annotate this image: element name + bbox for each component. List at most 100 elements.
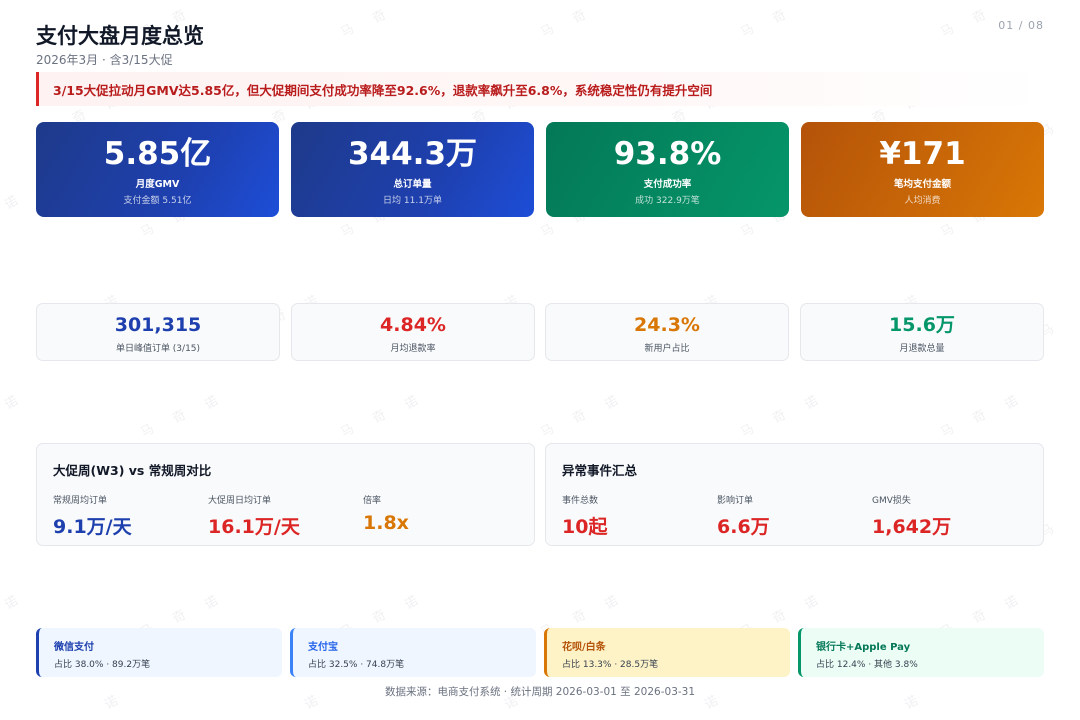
page-subtitle: 2026年3月 · 含3/15大促 [36, 53, 173, 67]
watermark-glyph: 奇 [970, 407, 989, 427]
channel-card-alipay: 支付宝 占比 32.5% · 74.8万笔 [290, 628, 536, 677]
kpi-value: 5.85亿 [103, 136, 212, 172]
watermark-glyph: 奇 [570, 407, 589, 427]
channel-card-huabei: 花呗/白条 占比 13.3% · 28.5万笔 [544, 628, 790, 677]
watermark-glyph: 奇 [370, 407, 389, 427]
metric-card-new-users: 24.3% 新用户占比 [545, 303, 789, 361]
metric-card-refund-rate: 4.84% 月均退款率 [291, 303, 535, 361]
kpi-sub: 人均消费 [904, 196, 941, 206]
channel-desc: 占比 32.5% · 74.8万笔 [308, 660, 405, 670]
watermark-glyph: 诺 [2, 193, 21, 213]
promo-sale-week: 大促周日均订单 16.1万/天 [208, 493, 363, 539]
watermark-glyph: 奇 [770, 7, 789, 27]
watermark-glyph: 诺 [2, 393, 21, 413]
watermark-glyph: 奇 [170, 607, 189, 627]
stat-label: 倍率 [363, 496, 382, 506]
stat-label: 常规周均订单 [53, 496, 108, 506]
kpi-value: 344.3万 [347, 136, 478, 172]
watermark-glyph: 马 [138, 221, 157, 241]
kpi-card-avg-amount: ¥171 笔均支付金额 人均消费 [801, 122, 1044, 217]
watermark-glyph: 奇 [570, 607, 589, 627]
kpi-label: 支付成功率 [643, 179, 692, 190]
kpi-card-gmv: 5.85亿 月度GMV 支付金额 5.51亿 [36, 122, 279, 217]
watermark-glyph: 马 [338, 21, 357, 41]
watermark-glyph: 诺 [2, 593, 21, 613]
watermark-glyph: 马 [138, 421, 157, 441]
promo-normal-week: 常规周均订单 9.1万/天 [53, 493, 208, 539]
watermark-glyph: 诺 [802, 593, 821, 613]
kpi-value: ¥171 [879, 136, 966, 172]
panel-title: 异常事件汇总 [562, 463, 638, 478]
stat-value: 1,642万 [872, 516, 952, 538]
page-indicator: 01 / 08 [998, 19, 1044, 32]
promo-ratio: 倍率 1.8x [363, 493, 518, 539]
key-insight-banner: 3/15大促拉动月GMV达5.85亿，但大促期间支付成功率降至92.6%，退款率… [36, 72, 1044, 106]
metric-value: 301,315 [114, 314, 202, 336]
kpi-label: 月度GMV [135, 179, 180, 190]
watermark-glyph: 诺 [602, 393, 621, 413]
watermark-glyph: 马 [738, 421, 757, 441]
metric-label: 新用户占比 [644, 344, 690, 354]
data-source-footer: 数据来源：电商支付系统 · 统计周期 2026-03-01 至 2026-03-… [384, 686, 696, 698]
stat-value: 16.1万/天 [208, 516, 300, 538]
page-title: 支付大盘月度总览 [36, 24, 204, 48]
watermark-glyph: 诺 [402, 393, 421, 413]
incident-count: 事件总数 10起 [562, 493, 717, 539]
watermark-glyph: 奇 [770, 407, 789, 427]
watermark-glyph: 奇 [970, 7, 989, 27]
metric-value: 15.6万 [889, 314, 955, 336]
watermark-glyph: 马 [738, 221, 757, 241]
watermark-glyph: 诺 [402, 593, 421, 613]
watermark-glyph: 奇 [770, 607, 789, 627]
watermark-glyph: 马 [338, 221, 357, 241]
metric-card-refund-total: 15.6万 月退款总量 [800, 303, 1044, 361]
kpi-label: 总订单量 [393, 179, 432, 190]
channel-name: 银行卡+Apple Pay [816, 642, 911, 653]
watermark-glyph: 诺 [802, 393, 821, 413]
watermark-glyph: 诺 [202, 393, 221, 413]
stat-value: 6.6万 [717, 516, 770, 538]
watermark-glyph: 马 [738, 21, 757, 41]
metric-value: 24.3% [634, 314, 700, 336]
metric-label: 单日峰值订单 (3/15) [115, 344, 201, 354]
stat-value: 1.8x [363, 512, 409, 534]
stat-value: 9.1万/天 [53, 516, 132, 538]
metric-label: 月退款总量 [899, 344, 945, 354]
kpi-card-orders: 344.3万 总订单量 日均 11.1万单 [291, 122, 534, 217]
watermark-glyph: 马 [938, 21, 957, 41]
channel-desc: 占比 38.0% · 89.2万笔 [54, 660, 151, 670]
stat-label: GMV损失 [872, 496, 911, 506]
watermark-glyph: 奇 [570, 7, 589, 27]
channel-card-wechat: 微信支付 占比 38.0% · 89.2万笔 [36, 628, 282, 677]
kpi-sub: 支付金额 5.51亿 [123, 196, 192, 206]
kpi-value: 93.8% [613, 136, 722, 172]
watermark-glyph: 马 [538, 221, 557, 241]
incident-gmv-loss: GMV损失 1,642万 [872, 493, 1027, 539]
channel-card-bankcard: 银行卡+Apple Pay 占比 12.4% · 其他 3.8% [798, 628, 1044, 677]
channel-name: 花呗/白条 [562, 642, 606, 653]
stat-label: 大促周日均订单 [208, 496, 272, 506]
channel-desc: 占比 12.4% · 其他 3.8% [816, 660, 918, 670]
watermark-glyph: 奇 [370, 607, 389, 627]
key-insight-text: 3/15大促拉动月GMV达5.85亿，但大促期间支付成功率降至92.6%，退款率… [53, 82, 713, 98]
watermark-glyph: 诺 [202, 593, 221, 613]
watermark-glyph: 诺 [602, 593, 621, 613]
watermark-glyph: 奇 [970, 607, 989, 627]
watermark-glyph: 诺 [1002, 593, 1021, 613]
metric-value: 4.84% [380, 314, 446, 336]
incident-affected-orders: 影响订单 6.6万 [717, 493, 872, 539]
watermark-glyph: 马 [938, 421, 957, 441]
watermark-glyph: 奇 [370, 7, 389, 27]
watermark-glyph: 马 [938, 221, 957, 241]
incident-summary-panel: 异常事件汇总 事件总数 10起 影响订单 6.6万 GMV损失 1,642万 [545, 443, 1044, 546]
metric-label: 月均退款率 [390, 344, 436, 354]
watermark-glyph: 马 [538, 421, 557, 441]
stat-label: 事件总数 [562, 496, 599, 506]
watermark-glyph: 奇 [170, 407, 189, 427]
channel-name: 支付宝 [308, 642, 338, 653]
stat-label: 影响订单 [717, 496, 754, 506]
panel-title: 大促周(W3) vs 常规周对比 [53, 463, 212, 478]
kpi-card-success-rate: 93.8% 支付成功率 成功 322.9万笔 [546, 122, 789, 217]
watermark-glyph: 马 [338, 421, 357, 441]
channel-name: 微信支付 [54, 642, 94, 653]
